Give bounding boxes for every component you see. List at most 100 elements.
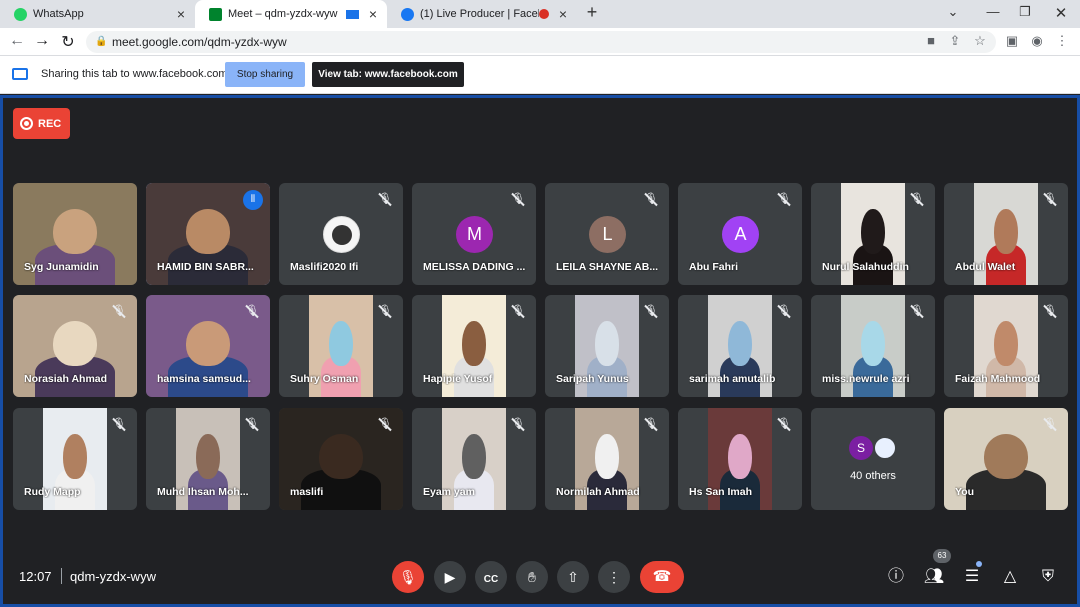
participant-tile[interactable]: 🎙︎ Norasiah Ahmad [13,295,137,397]
mic-muted-icon: 🎙︎ [378,193,392,205]
participant-tile[interactable]: Syg Junamidin [13,183,137,285]
mic-muted-icon: 🎙︎ [777,193,791,205]
person-face [462,433,486,480]
participant-tile[interactable]: 🎙︎ miss.newrule azri [811,295,935,397]
participant-name: Norasiah Ahmad [24,373,108,385]
mic-muted-icon: 🎙︎ [777,305,791,317]
participant-tile[interactable]: 🎙︎ Abdul Walet [944,183,1068,285]
tab-facebook[interactable]: (1) Live Producer | Facebook × [387,0,577,28]
participant-tile[interactable]: ⦀ HAMID BIN SABR... [146,183,270,285]
participant-name: You [955,486,975,498]
speaking-indicator-icon: ⦀ [243,190,263,210]
activities-icon[interactable]: △ [998,565,1022,589]
participant-tile[interactable]: 🎙︎ Nurul Salahuddin [811,183,935,285]
mic-muted-icon: 🎙︎ [1043,193,1057,205]
participant-tile[interactable]: 🎙︎ Maslifi2020 Ifi [279,183,403,285]
person-face [329,320,353,367]
recording-badge[interactable]: REC [13,108,70,139]
bookmark-star-icon[interactable]: ☆ [971,33,989,49]
person-face [185,320,231,367]
avatar: L [589,216,626,253]
mic-muted-icon: 🎙︎ [245,305,259,317]
stop-sharing-button[interactable]: Stop sharing [225,62,305,87]
participant-tile[interactable]: 🎙︎ Hs San Imah [678,408,802,510]
participant-tile[interactable]: 🎙︎ maslifi [279,408,403,510]
close-tab-icon[interactable]: × [173,6,189,22]
chat-icon[interactable]: ☰ [960,565,984,589]
hang-up-icon: ☎︎ [652,568,672,585]
person-face [63,433,87,480]
captions-button[interactable]: CC [475,561,507,593]
person-face [994,320,1018,367]
avatar: M [456,216,493,253]
camera-toggle-button[interactable]: ▶ [434,561,466,593]
participant-tile[interactable]: A 🎙︎ Abu Fahri [678,183,802,285]
participant-tile[interactable]: 🎙︎ You [944,408,1068,510]
participant-tile[interactable]: 🎙︎ Eyam yam [412,408,536,510]
lock-icon: 🔒 [95,36,108,47]
divider [61,568,62,584]
participant-name: Abdul Walet [955,261,1016,273]
back-icon[interactable]: ← [7,32,27,50]
participant-name: Hapipie Yusof [423,373,493,385]
google-meet-icon [209,7,222,21]
tab-meet[interactable]: Meet – qdm-yzdx-wyw × [195,0,387,28]
url-field[interactable]: 🔒 meet.google.com/qdm-yzdx-wyw [86,31,996,53]
present-button[interactable]: ⇧ [557,561,589,593]
mic-muted-icon: 🎙︎ [644,305,658,317]
participant-tile[interactable]: 🎙︎ Suhry Osman [279,295,403,397]
address-bar-row: ← → ↻ 🔒 meet.google.com/qdm-yzdx-wyw ■ ⇪… [0,28,1080,56]
participant-tile[interactable]: 🎙︎ Rudy Mapp [13,408,137,510]
forward-icon[interactable]: → [32,32,52,50]
participant-tile[interactable]: 🎙︎ Muhd Ihsan Moh... [146,408,270,510]
tab-share-icon [12,68,28,80]
mic-muted-icon: 🎙︎ [1043,305,1057,317]
person-face [185,208,231,255]
mic-muted-icon: 🎙︎ [511,305,525,317]
close-tab-icon[interactable]: × [365,6,381,22]
meeting-code: qdm-yzdx-wyw [70,569,156,584]
close-window-button[interactable]: ✕ [1046,4,1076,22]
participant-tile[interactable]: L 🎙︎ LEILA SHAYNE AB... [545,183,669,285]
participant-tile[interactable]: 🎙︎ Normilah Ahmad [545,408,669,510]
view-tab-button[interactable]: View tab: www.facebook.com [312,62,464,87]
restore-button[interactable]: ❐ [1010,4,1040,20]
meeting-details-icon[interactable]: ⓘ [884,565,908,589]
side-panel-icon[interactable]: ▣ [1003,33,1021,49]
mic-muted-icon: 🎙︎ [112,418,126,430]
participant-tile[interactable]: 🎙︎ Hapipie Yusof [412,295,536,397]
camera-icon[interactable]: ■ [922,33,940,48]
meeting-time: 12:07 [19,569,52,584]
participant-tile[interactable]: 🎙︎ Faizah Mahmood [944,295,1068,397]
participant-name: HAMID BIN SABR... [157,261,254,273]
mic-toggle-button[interactable]: 🎙︎ [392,561,424,593]
participant-tile[interactable]: 🎙︎ hamsina samsud... [146,295,270,397]
menu-icon[interactable]: ⋮ [1053,33,1071,49]
profile-avatar[interactable]: ◉ [1028,33,1046,49]
close-tab-icon[interactable]: × [555,6,571,22]
host-controls-icon[interactable]: ⛨ [1036,565,1060,589]
participant-name: Hs San Imah [689,486,753,498]
avatar-image [331,225,352,245]
share-icon[interactable]: ⇪ [946,33,964,49]
tab-search-icon[interactable]: ⌄ [938,4,968,20]
mic-muted-icon: 🎙︎ [378,418,392,430]
reload-icon[interactable]: ↻ [58,32,78,52]
others-tile[interactable]: S 40 others [811,408,935,510]
participant-tile[interactable]: M 🎙︎ MELISSA DADING ... [412,183,536,285]
people-icon[interactable]: 👥︎ [922,565,946,589]
raise-hand-button[interactable]: ✋︎ [516,561,548,593]
hand-icon: ✋︎ [528,569,536,585]
mic-muted-icon: 🎙︎ [777,418,791,430]
participant-name: Nurul Salahuddin [822,261,909,273]
participant-tile[interactable]: 🎙︎ sarimah amutalib [678,295,802,397]
avatar: S [849,436,873,460]
more-options-button[interactable]: ⋮ [598,561,630,593]
new-tab-button[interactable]: + [577,2,607,23]
person-face [595,433,619,480]
tab-whatsapp[interactable]: WhatsApp × [0,0,195,28]
participant-tile[interactable]: 🎙︎ Saripah Yunus [545,295,669,397]
minimize-button[interactable]: — [978,4,1008,19]
participant-name: Abu Fahri [689,261,738,273]
leave-call-button[interactable]: ☎︎ [640,561,684,593]
